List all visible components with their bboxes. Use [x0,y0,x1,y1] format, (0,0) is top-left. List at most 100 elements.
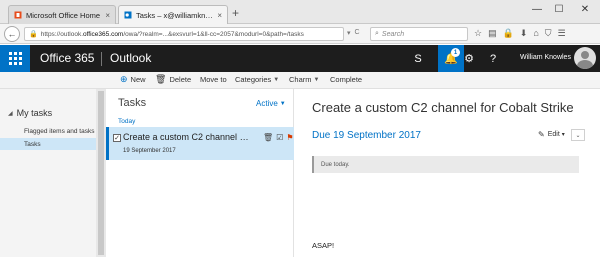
trash-icon: 🗑 [155,74,167,84]
trash-icon[interactable]: 🗑 [263,133,273,142]
avatar[interactable] [574,47,596,69]
plus-circle-icon: ⊕ [120,74,128,84]
command-bar: ⊕ New 🗑 Delete Move to Categories ▼ Char… [0,72,600,89]
home-icon[interactable]: ⌂ [533,28,538,39]
task-list-item[interactable]: ✓ Create a custom C2 channel for Cobalt … [106,127,294,160]
edit-button[interactable]: ✎ Edit ▾ [538,130,565,139]
gear-icon: ⚙ [464,53,474,65]
help-button[interactable]: ? [480,45,506,72]
chevron-down-icon: ◢ [8,110,13,117]
nav-item-tasks[interactable]: Tasks [0,138,106,150]
url-prefix: https://outlook. [40,30,83,38]
complete-checkbox-icon[interactable]: ☑ [276,133,283,142]
task-date: 19 September 2017 [123,148,176,154]
suite-bar: Office 365 Outlook S 🔔 1 ⚙ ? William Kno… [0,45,600,72]
new-tab-button[interactable]: + [232,7,239,19]
lock-icon[interactable]: 🔒 [503,28,514,39]
flag-icon[interactable]: ⚑ [286,133,293,142]
close-icon[interactable]: × [217,11,222,20]
nav-item-flagged-items[interactable]: Flagged items and tasks [0,125,106,137]
charm-label: Charm [289,75,312,84]
task-body: ASAP! [312,241,335,250]
my-tasks-heading[interactable]: ◢ My tasks [8,108,52,118]
url-path: /owa/?realm=...&exsvurl=1&ll-cc=2057&mod… [123,30,304,38]
lock-icon: 🔒 [29,31,38,38]
due-date: Due 19 September 2017 [312,130,421,141]
settings-button[interactable]: ⚙ [456,45,482,72]
close-icon[interactable]: × [105,11,110,20]
history-dropdown-icon[interactable]: ▾ [347,29,351,37]
skype-button[interactable]: S [405,45,431,72]
edit-label: Edit [547,131,560,138]
avatar-body [577,60,593,69]
maximize-button[interactable]: ☐ [548,0,570,18]
back-arrow-icon: ← [7,29,17,39]
pocket-icon[interactable]: ⛉ [545,28,552,39]
reload-icon[interactable]: C [355,29,360,37]
folder-pane: ◢ My tasks Flagged items and tasks Tasks [0,89,106,257]
url-host: office365.com [83,30,124,38]
browser-navigation-bar: ← 🔒 https://outlook. office365.com/owa/?r… [0,24,600,44]
task-checkbox[interactable]: ✓ [113,134,121,142]
minimize-button[interactable]: — [526,0,548,18]
task-name: Create a custom C2 channel for Cobalt St… [123,132,251,142]
skype-icon: S [414,52,422,65]
app-name[interactable]: Outlook [110,51,151,65]
categories-label: Categories [235,75,272,84]
complete-label: Complete [330,75,363,84]
app-launcher-button[interactable] [0,45,30,72]
folder-pane-scrollbar[interactable] [96,89,106,257]
search-icon: ⌕ [375,30,379,37]
bookmark-star-icon[interactable]: ☆ [474,28,482,39]
chevron-down-icon: ▼ [279,100,286,107]
help-icon: ? [489,52,497,65]
scrollbar-thumb[interactable] [98,91,104,255]
complete-button[interactable]: Complete [330,75,362,84]
outlook-icon [124,11,132,19]
pencil-icon: ✎ [538,130,545,139]
charm-button[interactable]: Charm ▼ [289,75,319,84]
task-list-title: Tasks [118,97,147,109]
address-bar[interactable]: 🔒 https://outlook. office365.com/owa/?rea… [24,27,344,41]
task-quick-actions: 🗑 ☑ ⚑ [263,133,294,142]
categories-button[interactable]: Categories ▼ [235,75,279,84]
user-name[interactable]: William Knowles [520,54,571,61]
office-icon [14,11,22,19]
outlook-tasks-window: Microsoft Office Home × Tasks – x@willia… [0,0,600,257]
delete-label: Delete [169,75,192,84]
brand-name[interactable]: Office 365 [40,51,94,65]
nav-item-label: Tasks [24,140,41,148]
move-to-button[interactable]: Move to [200,75,227,84]
window-close-button[interactable]: ✕ [570,0,600,18]
browser-tab-strip: Microsoft Office Home × Tasks – x@willia… [0,0,600,24]
info-bar-text: Due today. [321,161,350,168]
download-icon[interactable]: ⬇ [520,28,528,39]
nav-item-label: Flagged items and tasks [24,127,95,135]
menu-icon[interactable]: ☰ [558,28,566,39]
chevron-down-icon: ▼ [273,76,280,83]
chevron-down-icon: ⌄ [575,132,581,139]
my-tasks-label: My tasks [16,108,53,118]
waffle-icon [8,52,22,65]
tab-tasks[interactable]: Tasks – x@williamknowles.io × [118,5,228,24]
reading-list-icon[interactable]: ▤ [488,28,497,39]
tab-microsoft-office-home[interactable]: Microsoft Office Home × [8,5,116,24]
info-bar: Due today. [312,156,579,173]
avatar-head [581,51,589,59]
more-actions-button[interactable]: ⌄ [571,129,585,141]
group-header-today: Today [118,118,136,125]
back-button[interactable]: ← [4,26,20,42]
search-placeholder: Search [381,30,405,38]
tab-label: Microsoft Office Home [26,10,101,20]
chevron-down-icon: ▾ [561,132,565,138]
window-controls: — ☐ ✕ [526,0,600,18]
filter-dropdown[interactable]: Active ▼ [256,99,286,108]
move-to-label: Move to [200,75,227,84]
browser-toolbar: ☆ ▤ 🔒 ⬇ ⌂ ⛉ ☰ [474,28,566,39]
task-title: Create a custom C2 channel for Cobalt St… [312,100,574,115]
browser-search-input[interactable]: ⌕ Search [370,27,468,41]
task-list-pane: Tasks Active ▼ Today ✓ Create a custom C… [106,89,294,257]
new-button[interactable]: ⊕ New [120,74,146,85]
brand-divider [101,52,102,66]
delete-button[interactable]: 🗑 Delete [155,74,192,85]
